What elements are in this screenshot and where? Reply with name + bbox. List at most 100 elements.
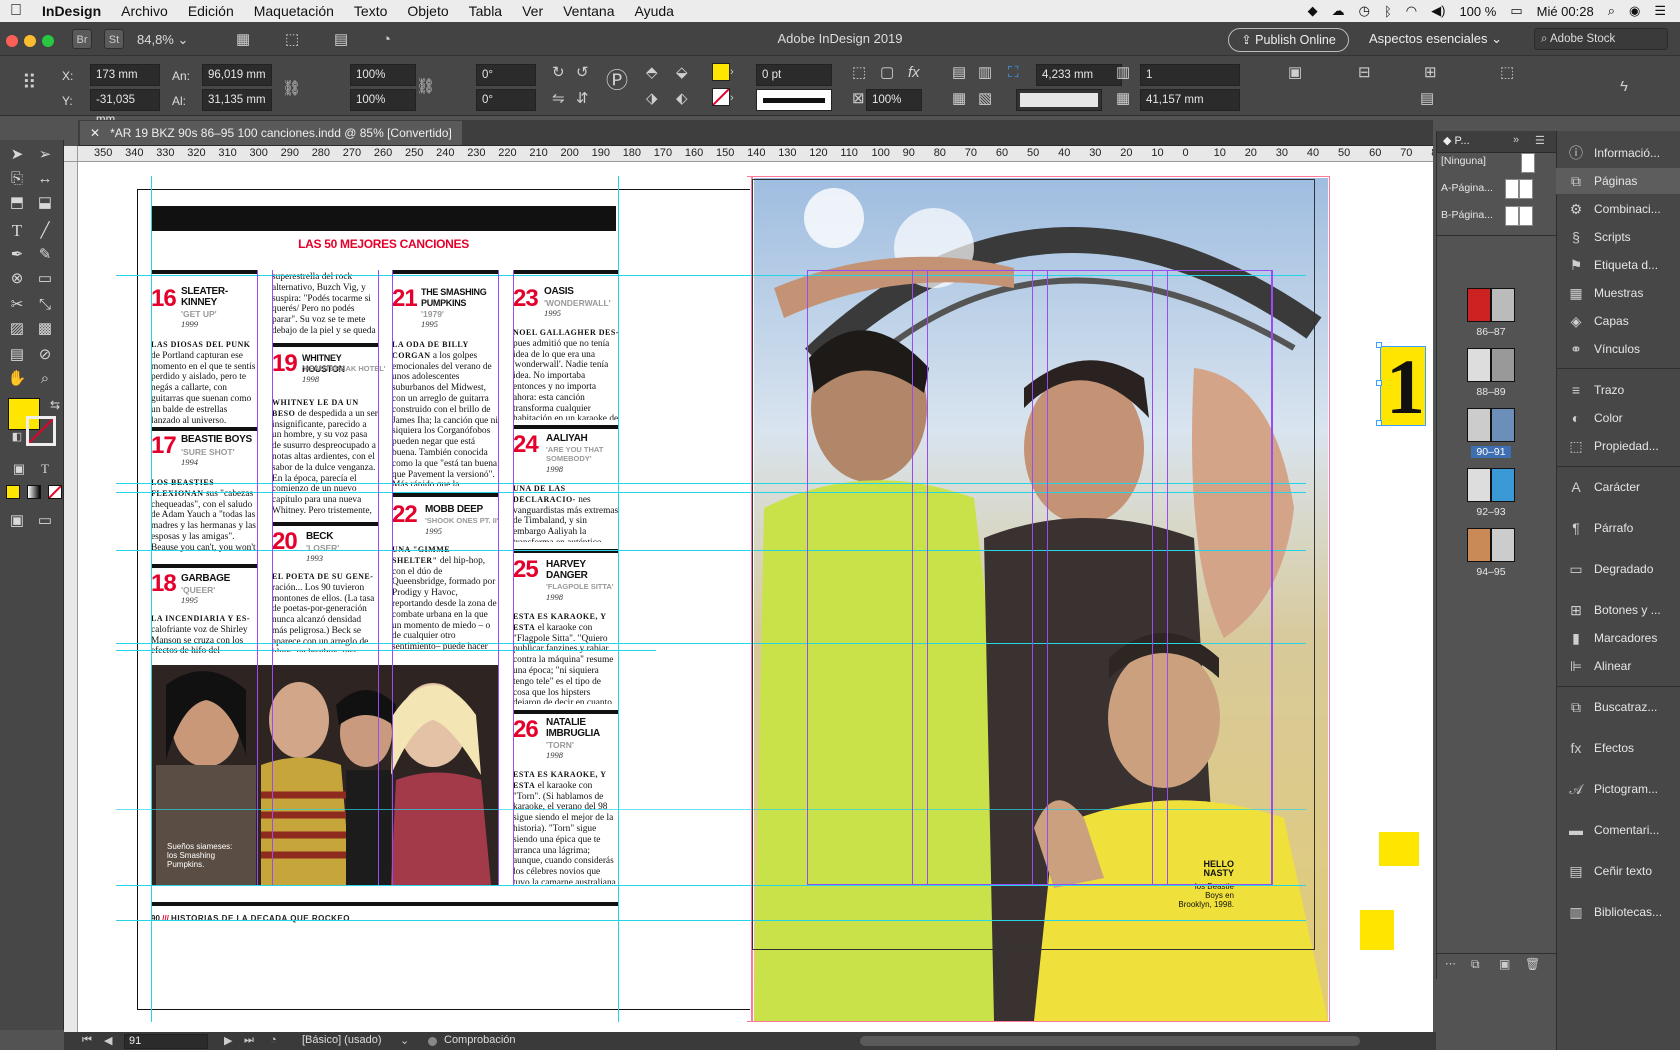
zoom-level-select[interactable]: 84,8% ⌄ <box>137 30 215 50</box>
apple-icon[interactable]:  <box>0 2 32 20</box>
text-wrap-bbox-icon[interactable]: ▥ <box>978 62 992 84</box>
text-wrap-icon[interactable]: ▤ <box>952 62 966 84</box>
continued-text[interactable]: superestrella del rock alternativo, Buzc… <box>272 272 378 336</box>
link-scale-icon[interactable]: ⛓ <box>416 76 435 98</box>
ellipse-frame-tool-icon[interactable]: ⊗ <box>6 268 28 290</box>
dock-paragraph[interactable]: ¶ Párrafo <box>1556 515 1680 541</box>
horizontal-scrollbar[interactable] <box>860 1036 1360 1046</box>
distribute-spacing-icon[interactable]: ▤ <box>1420 88 1434 110</box>
menu-objeto[interactable]: Objeto <box>397 3 458 19</box>
pasteboard[interactable]: HELLO NASTY los Beastie Boys en Brooklyn… <box>78 162 1433 1032</box>
dock-buttons[interactable]: ⊞ Botones y ... <box>1556 597 1680 623</box>
dock-align[interactable]: ⊫ Alinear <box>1556 653 1680 679</box>
fill-swatch[interactable] <box>712 63 730 81</box>
swap-colors-icon[interactable]: ⇆ <box>44 394 66 416</box>
formatting-text-icon[interactable]: T <box>34 458 56 480</box>
preview-mode-icon[interactable]: ▭ <box>34 510 56 532</box>
content-placer-icon[interactable]: ⬓ <box>34 192 56 214</box>
spread-88-89-right-thumbnail[interactable] <box>1491 348 1515 382</box>
y-field[interactable]: -31,035 mm <box>90 89 160 126</box>
dock-glyphs[interactable]: 𝒜 Pictogram... <box>1556 776 1680 802</box>
menu-ventana[interactable]: Ventana <box>553 3 624 19</box>
master-a-left-thumbnail[interactable] <box>1505 179 1519 199</box>
dock-libraries[interactable]: ▥ Bibliotecas... <box>1556 899 1680 925</box>
dock-color[interactable]: ◐ Color <box>1556 405 1680 431</box>
edit-page-size-icon[interactable]: ⧉ <box>1471 957 1480 972</box>
spread-90-91-right-thumbnail[interactable] <box>1491 408 1515 442</box>
preflight-status-icon[interactable] <box>428 1037 437 1046</box>
dock-character[interactable]: A Carácter <box>1556 474 1680 500</box>
next-page-icon[interactable]: ▶ <box>224 1034 232 1047</box>
bluetooth-icon[interactable]: ᛒ <box>1384 4 1392 19</box>
corner-options-icon[interactable]: ▢ <box>880 62 894 84</box>
dock-script-label[interactable]: ⚑ Etiqueta d... <box>1556 252 1680 278</box>
stroke-type-select[interactable] <box>756 89 832 111</box>
screen-mode-icon[interactable]: ⬚ <box>285 29 299 51</box>
stroke-color-swatch[interactable] <box>26 416 56 446</box>
workspace-switcher[interactable]: Aspectos esenciales ⌄ <box>1369 31 1502 47</box>
menu-maquetacion[interactable]: Maquetación <box>244 3 344 19</box>
zoom-window-button[interactable] <box>42 35 54 47</box>
menu-texto[interactable]: Texto <box>344 3 397 19</box>
creative-cloud-icon[interactable]: ☁ <box>1332 3 1345 19</box>
dock-swatches[interactable]: ▦ Muestras <box>1556 280 1680 306</box>
collapse-panel-icon[interactable]: » <box>1513 134 1519 146</box>
dock-properties[interactable]: ⬚ Propiedad... <box>1556 433 1680 459</box>
ruler-origin[interactable] <box>64 146 78 162</box>
align-center-icon[interactable]: ▧ <box>978 88 992 110</box>
height-field[interactable]: 31,135 mm <box>202 89 272 111</box>
width-field[interactable]: 96,019 mm <box>202 64 272 86</box>
menu-app[interactable]: InDesign <box>32 3 111 19</box>
flip-vertical-icon[interactable]: ⇵ <box>576 88 589 110</box>
apply-gradient-icon[interactable] <box>27 485 41 499</box>
spotlight-icon[interactable]: ⌕ <box>1608 3 1615 19</box>
first-page-icon[interactable]: ⏮ <box>82 1034 92 1047</box>
reference-width-field[interactable]: 4,233 mm <box>1036 64 1122 86</box>
columns-icon[interactable]: ▥ <box>1116 62 1130 84</box>
align-top-icon[interactable]: ▦ <box>952 88 966 110</box>
dock-effects[interactable]: fx Efectos <box>1556 735 1680 761</box>
rectangle-tool-icon[interactable]: ▭ <box>34 268 56 290</box>
align-left-edges-icon[interactable]: ▣ <box>1288 62 1302 84</box>
blurb-25[interactable]: ESTA ES KARAOKE, Y ESTA el karaoke con "… <box>513 612 619 704</box>
last-page-icon[interactable]: ⏭ <box>244 1034 254 1047</box>
new-page-icon[interactable]: ▣ <box>1499 957 1510 971</box>
dock-gradient[interactable]: ▭ Degradado <box>1556 556 1680 582</box>
spread-94-95-label[interactable]: 94–95 <box>1467 566 1515 578</box>
ruler-guide[interactable] <box>116 650 656 651</box>
x-field[interactable]: 173 mm <box>90 64 160 86</box>
dock-bookmarks[interactable]: ▮ Marcadores <box>1556 625 1680 651</box>
scissors-tool-icon[interactable]: ✂ <box>6 294 28 316</box>
delete-page-icon[interactable]: 🗑 <box>1525 957 1540 971</box>
frame-fitting-icon[interactable]: ⬚ <box>852 62 866 84</box>
flip-horizontal-icon[interactable]: ⇋ <box>552 88 565 110</box>
selected-text-frame[interactable]: 1 <box>1380 346 1426 426</box>
reference-point-icon[interactable]: ⠿ <box>22 72 37 94</box>
open-page-icon[interactable]: ◔ <box>270 1034 277 1046</box>
panel-menu-icon[interactable]: ☰ <box>1535 134 1545 147</box>
columns-field[interactable]: 1 <box>1140 64 1240 86</box>
auto-fit-icon[interactable]: ⛶ <box>1008 62 1019 84</box>
publish-online-button[interactable]: ⇪ Publish Online <box>1228 28 1349 52</box>
spread-88-89-left-thumbnail[interactable] <box>1467 348 1491 382</box>
minimize-window-button[interactable] <box>24 35 36 47</box>
selection-handle[interactable] <box>1376 420 1382 426</box>
zoom-tool-icon[interactable]: ⌕ <box>34 368 56 390</box>
preflight-label[interactable]: Comprobación <box>444 1034 516 1046</box>
menu-tabla[interactable]: Tabla <box>459 3 512 19</box>
yellow-swatch-block[interactable] <box>1379 832 1419 866</box>
align-right-edges-icon[interactable]: ⊞ <box>1424 62 1437 84</box>
page-tool-icon[interactable]: ⎘ <box>6 168 28 190</box>
wifi-icon[interactable]: ◠ <box>1406 3 1417 19</box>
shear-field[interactable]: 0° <box>476 89 536 111</box>
siri-icon[interactable]: ◉ <box>1629 3 1640 19</box>
master-a-right-thumbnail[interactable] <box>1519 179 1533 199</box>
gap-tool-icon[interactable]: ↔ <box>34 168 56 190</box>
direct-selection-tool-icon[interactable]: ➢ <box>34 144 56 166</box>
distribute-icon[interactable]: ⬚ <box>1500 62 1514 84</box>
stroke-style-select[interactable] <box>1016 89 1102 111</box>
spread-86-87-label[interactable]: 86–87 <box>1467 326 1515 338</box>
selection-tool-icon[interactable]: ➤ <box>6 144 28 166</box>
spread-88-89-label[interactable]: 88–89 <box>1467 386 1515 398</box>
menu-ver[interactable]: Ver <box>512 3 553 19</box>
